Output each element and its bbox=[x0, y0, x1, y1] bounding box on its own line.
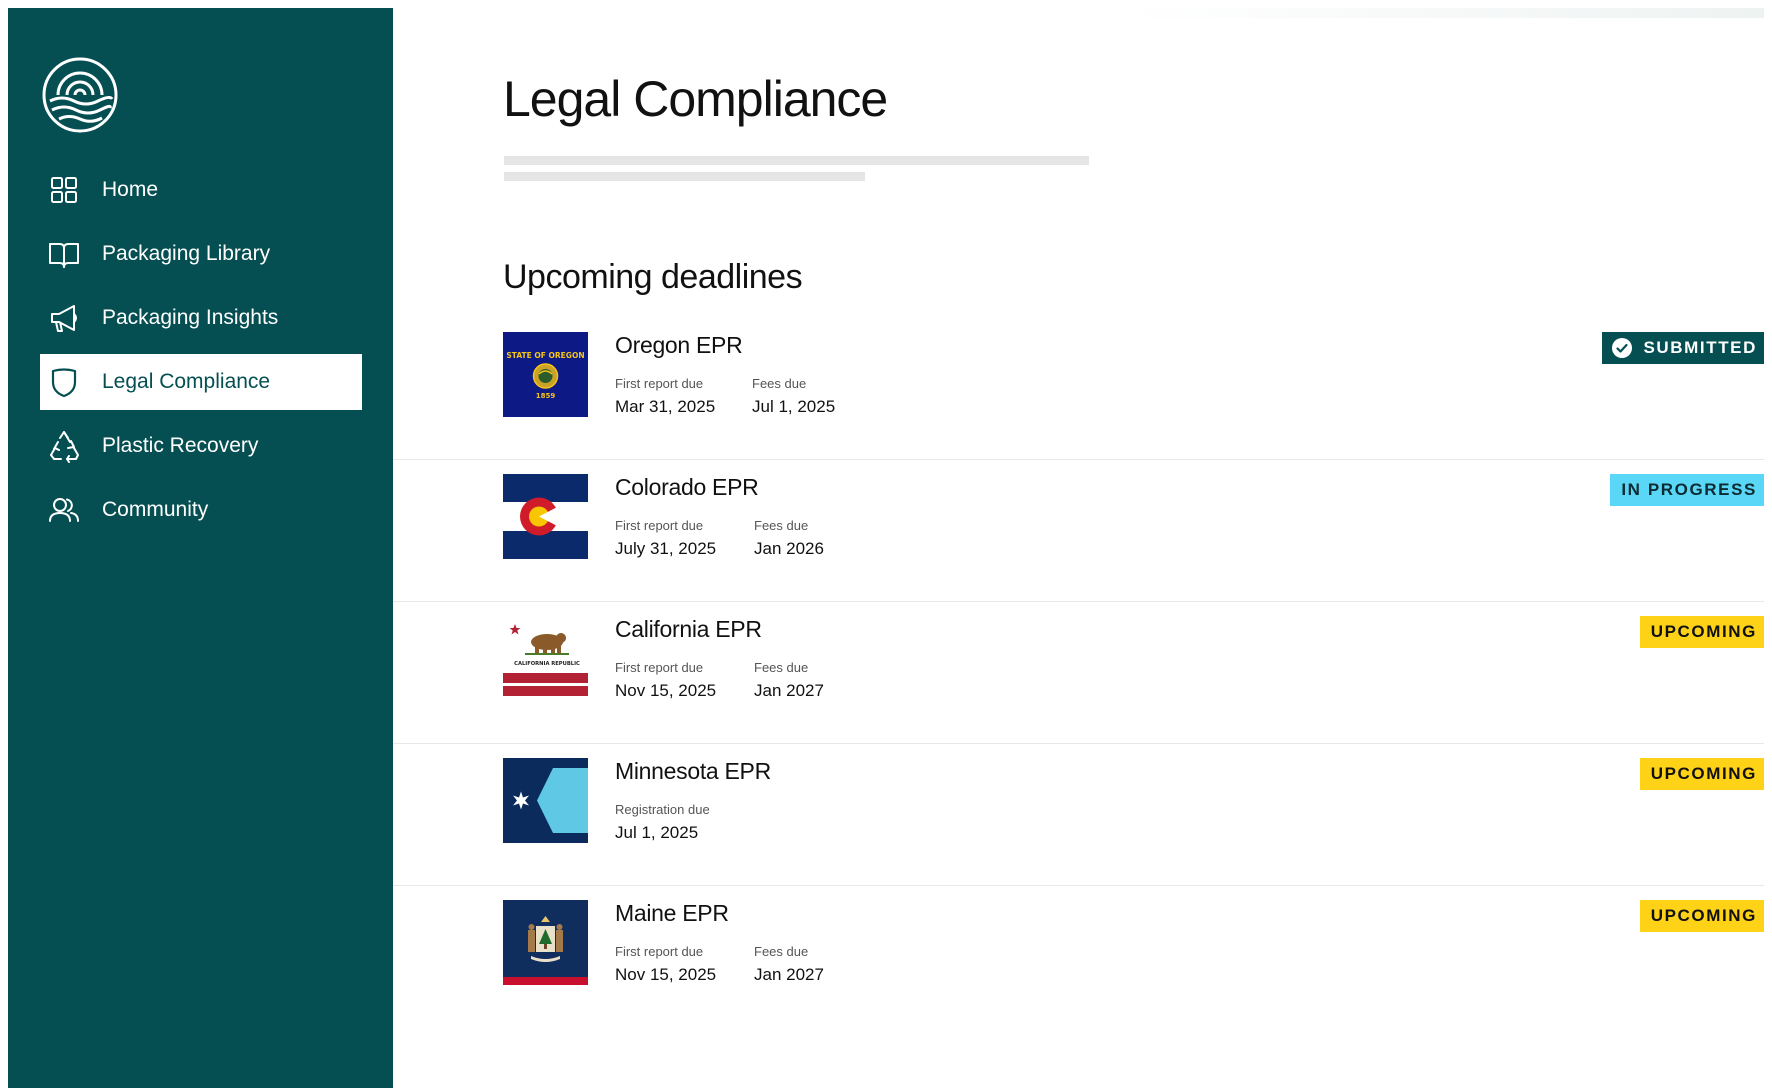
page-title: Legal Compliance bbox=[503, 71, 888, 127]
deadline-title: California EPR bbox=[615, 616, 762, 642]
field-label: Registration due bbox=[615, 802, 710, 817]
deadline-row-oregon[interactable]: STATE OF OREGON 1859 Oregon EPR First re… bbox=[393, 318, 1764, 460]
deadlines-list: STATE OF OREGON 1859 Oregon EPR First re… bbox=[393, 318, 1764, 1027]
sidebar-item-packaging-library[interactable]: Packaging Library bbox=[40, 226, 362, 282]
deadline-field: First report due July 31, 2025 bbox=[615, 518, 716, 559]
deadline-field: Fees due Jan 2026 bbox=[754, 518, 824, 559]
deadline-title: Oregon EPR bbox=[615, 332, 743, 358]
status-label: UPCOMING bbox=[1650, 906, 1757, 925]
section-title: Upcoming deadlines bbox=[503, 258, 803, 296]
status-label: SUBMITTED bbox=[1643, 338, 1757, 357]
california-flag-icon: CALIFORNIA REPUBLIC bbox=[503, 616, 588, 701]
field-label: Fees due bbox=[754, 944, 809, 959]
field-label: First report due bbox=[615, 660, 704, 675]
skeleton-line bbox=[504, 156, 1089, 165]
deadline-row-california[interactable]: CALIFORNIA REPUBLIC California EPR First… bbox=[393, 602, 1764, 744]
deadline-field: Registration due Jul 1, 2025 bbox=[615, 802, 710, 843]
recycle-icon bbox=[46, 428, 82, 464]
field-value: Nov 15, 2025 bbox=[615, 965, 717, 984]
field-label: Fees due bbox=[754, 518, 809, 533]
field-value: Nov 15, 2025 bbox=[615, 681, 717, 700]
field-value: Jul 1, 2025 bbox=[615, 823, 699, 842]
sidebar-item-label: Packaging Insights bbox=[102, 306, 279, 329]
sidebar-item-label: Home bbox=[102, 178, 159, 201]
check-circle-icon bbox=[1611, 337, 1633, 359]
field-label: First report due bbox=[615, 518, 704, 533]
deadline-row-maine[interactable]: Maine EPR First report due Nov 15, 2025 … bbox=[393, 886, 1764, 1027]
deadline-title: Maine EPR bbox=[615, 900, 729, 926]
sidebar: Home Packaging Library Packaging Insight… bbox=[8, 8, 393, 1088]
field-label: First report due bbox=[615, 376, 704, 391]
deadline-field: Fees due Jan 2027 bbox=[754, 944, 824, 985]
status-label: UPCOMING bbox=[1650, 764, 1757, 783]
field-value: Jan 2027 bbox=[754, 681, 824, 700]
field-value: Jul 1, 2025 bbox=[752, 397, 836, 416]
deadline-field: First report due Mar 31, 2025 bbox=[615, 376, 715, 417]
status-badge: UPCOMING bbox=[1639, 616, 1764, 648]
flag-text: STATE OF OREGON bbox=[506, 351, 584, 360]
sidebar-item-packaging-insights[interactable]: Packaging Insights bbox=[40, 290, 362, 346]
flag-text: 1859 bbox=[536, 392, 556, 400]
oregon-flag-icon: STATE OF OREGON 1859 bbox=[503, 332, 588, 417]
field-value: Mar 31, 2025 bbox=[615, 397, 716, 416]
field-label: Fees due bbox=[752, 376, 807, 391]
sidebar-item-label: Plastic Recovery bbox=[102, 434, 259, 457]
colorado-flag-icon bbox=[503, 474, 588, 559]
main-content: Legal Compliance Upcoming deadlines STAT… bbox=[393, 8, 1764, 1088]
sidebar-item-label: Packaging Library bbox=[102, 242, 271, 265]
status-badge: IN PROGRESS bbox=[1610, 474, 1764, 506]
sidebar-item-home[interactable]: Home bbox=[40, 162, 362, 218]
deadline-field: First report due Nov 15, 2025 bbox=[615, 660, 716, 701]
status-label: IN PROGRESS bbox=[1621, 480, 1757, 499]
sidebar-nav: Home Packaging Library Packaging Insight… bbox=[40, 162, 362, 546]
skeleton-line bbox=[504, 172, 865, 181]
top-shadow bbox=[1124, 8, 1764, 18]
deadline-field: Fees due Jan 2027 bbox=[754, 660, 824, 701]
sidebar-item-label: Community bbox=[102, 498, 209, 521]
maine-flag-icon bbox=[503, 900, 588, 985]
field-value: July 31, 2025 bbox=[615, 539, 717, 558]
deadline-title: Colorado EPR bbox=[615, 474, 759, 500]
grid-icon bbox=[46, 172, 82, 208]
status-badge: UPCOMING bbox=[1639, 900, 1764, 932]
field-value: Jan 2027 bbox=[754, 965, 824, 984]
minnesota-flag-icon bbox=[503, 758, 588, 843]
status-badge: UPCOMING bbox=[1639, 758, 1764, 790]
field-label: First report due bbox=[615, 944, 704, 959]
sidebar-item-community[interactable]: Community bbox=[40, 482, 362, 538]
status-badge: SUBMITTED bbox=[1602, 332, 1764, 364]
logo-icon[interactable] bbox=[42, 57, 118, 133]
app-frame: Home Packaging Library Packaging Insight… bbox=[8, 8, 1764, 1088]
field-label: Fees due bbox=[754, 660, 809, 675]
megaphone-icon bbox=[46, 300, 82, 336]
sidebar-item-plastic-recovery[interactable]: Plastic Recovery bbox=[40, 418, 362, 474]
status-label: UPCOMING bbox=[1650, 622, 1757, 641]
flag-text: CALIFORNIA REPUBLIC bbox=[514, 661, 580, 667]
shield-icon bbox=[46, 364, 82, 400]
deadline-row-colorado[interactable]: Colorado EPR First report due July 31, 2… bbox=[393, 460, 1764, 602]
deadline-title: Minnesota EPR bbox=[615, 758, 771, 784]
sidebar-item-legal-compliance[interactable]: Legal Compliance bbox=[40, 354, 362, 410]
field-value: Jan 2026 bbox=[754, 539, 824, 558]
deadline-field: First report due Nov 15, 2025 bbox=[615, 944, 716, 985]
deadline-field: Fees due Jul 1, 2025 bbox=[752, 376, 835, 417]
deadline-row-minnesota[interactable]: Minnesota EPR Registration due Jul 1, 20… bbox=[393, 744, 1764, 886]
users-icon bbox=[46, 492, 82, 528]
sidebar-item-label: Legal Compliance bbox=[102, 370, 271, 393]
book-icon bbox=[46, 236, 82, 272]
